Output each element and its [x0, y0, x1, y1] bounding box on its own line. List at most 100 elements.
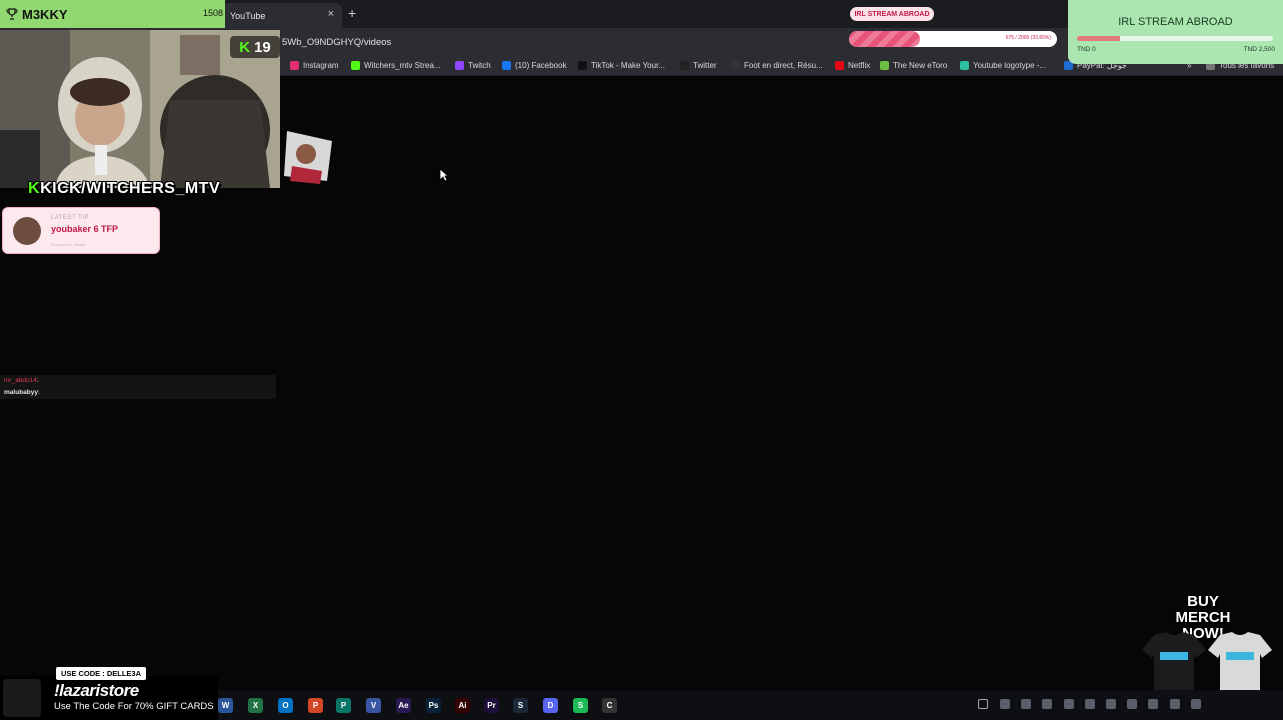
chat-message: mr_abdo14: — [0, 375, 276, 387]
channel-banner: KKICK/WITCHERS_MTV — [28, 180, 220, 198]
bookmark-vector[interactable]: Youtube logotype -... — [960, 61, 1046, 70]
chat-username: mr_abdo14 — [4, 377, 37, 384]
close-tab-icon[interactable]: × — [328, 8, 334, 20]
chat-message: malubabyy: — [0, 387, 276, 399]
photoshop-icon[interactable]: Ps — [426, 698, 441, 713]
chat-username: malubabyy — [4, 389, 38, 396]
windows-taskbar: W X O P P V Ae Ps Ai Pr S D S C — [218, 690, 1283, 720]
bookmark-facebook[interactable]: (10) Facebook — [502, 61, 567, 70]
kick-icon: K — [239, 38, 251, 56]
kick-viewer-badge: K 19 — [230, 36, 280, 58]
tip-label: LATEST TIP — [51, 215, 90, 221]
alert-title: M3KKY — [22, 6, 68, 22]
goal-progress-fill — [849, 31, 920, 47]
word-icon[interactable]: W — [218, 698, 233, 713]
bookmark-etoro[interactable]: The New eToro — [880, 61, 947, 70]
tip-powered-by: Powered by Tebble — [51, 242, 85, 247]
facebook-icon — [502, 61, 511, 70]
bookmark-label: Youtube logotype -... — [973, 61, 1047, 70]
new-tab-icon[interactable]: + — [348, 5, 356, 21]
tab-youtube[interactable]: YouTube × — [222, 3, 342, 28]
bookmark-x[interactable]: Twitter — [680, 61, 717, 70]
goal-progress-text: 675 / 2000 (33.65%) — [1005, 35, 1051, 41]
bookmark-tiktok[interactable]: TikTok - Make Your... — [578, 61, 665, 70]
bluetooth-icon[interactable] — [1148, 699, 1158, 709]
bookmark-label: Twitch — [468, 61, 491, 70]
bookmark-label: (10) Facebook — [515, 61, 567, 70]
chat-text: : — [37, 389, 40, 396]
excel-icon[interactable]: X — [248, 698, 263, 713]
bookmark-label: Witchers_mtv Strea... — [364, 61, 441, 70]
sticker-image — [284, 131, 332, 184]
goal-card-title: IRL STREAM ABROAD — [1118, 16, 1233, 28]
spotify-icon[interactable]: S — [573, 698, 588, 713]
alert-count: 1508 — [202, 8, 223, 18]
tray-app-icon[interactable] — [1042, 699, 1052, 709]
chat-overlay: mr_abdo14: malubabyy: — [0, 375, 276, 399]
tray-app-icon[interactable] — [1106, 699, 1116, 709]
stream-screen: YouTube × + 5Wb_O9NDGHYQ/videos Instagra… — [0, 0, 1283, 720]
merch-line-1: BUY MERCH — [1175, 593, 1231, 626]
twitch-icon — [455, 61, 464, 70]
goal-card-fill — [1077, 36, 1121, 41]
tray-app-icon[interactable] — [1170, 699, 1180, 709]
bookmark-kick[interactable]: Witchers_mtv Strea... — [351, 61, 440, 70]
tip-value: youbaker 6 TFP — [51, 224, 119, 234]
bookmark-foot[interactable]: Foot en direct, Résu... — [731, 61, 823, 70]
visio-icon[interactable]: V — [366, 698, 381, 713]
goal-pill: IRL STREAM ABROAD — [850, 7, 934, 21]
x-icon — [680, 61, 689, 70]
mouse-cursor-icon — [439, 168, 449, 182]
publisher-icon[interactable]: P — [336, 698, 351, 713]
goal-card-track — [1077, 36, 1273, 41]
outlook-icon[interactable]: O — [278, 698, 293, 713]
bookmark-label: Netflix — [848, 61, 871, 70]
discord-icon[interactable]: D — [543, 698, 558, 713]
steam-icon[interactable]: S — [513, 698, 528, 713]
follower-alert: M3KKY 1508 — [0, 0, 225, 28]
kick-logo-icon: K — [28, 180, 41, 197]
instagram-icon — [290, 61, 299, 70]
bookmark-label: TikTok - Make Your... — [591, 61, 665, 70]
chat-text: : — [36, 377, 39, 384]
bookmark-netflix[interactable]: Netflix — [835, 61, 870, 70]
tab-title: YouTube — [230, 10, 266, 21]
tray-app-icon[interactable] — [1000, 699, 1010, 709]
illustrator-icon[interactable]: Ai — [455, 698, 470, 713]
bookmark-instagram[interactable]: Instagram — [290, 61, 339, 70]
goal-card-low: TND 0 — [1077, 46, 1096, 53]
goal-card-high: TND 2,500 — [1243, 46, 1275, 53]
trophy-icon — [6, 8, 18, 20]
promo-code: USE CODE : DELLE3A — [56, 667, 147, 680]
sponsor-name: !lazaristore — [54, 681, 139, 700]
volume-icon[interactable] — [1191, 699, 1201, 709]
netflix-icon — [835, 61, 844, 70]
tray-app-icon[interactable] — [1127, 699, 1137, 709]
etoro-icon — [880, 61, 889, 70]
foot-icon — [731, 61, 740, 70]
bookmark-label: The New eToro — [893, 61, 948, 70]
powerpoint-icon[interactable]: P — [308, 698, 323, 713]
bookmark-label: Instagram — [303, 61, 339, 70]
latest-tip-widget: LATEST TIP youbaker 6 TFP Powered by Teb… — [2, 207, 160, 254]
kick-icon — [351, 61, 360, 70]
sponsor-logo — [3, 679, 41, 717]
bookmark-label: Foot en direct, Résu... — [744, 61, 823, 70]
goal-progress-bar: 675 / 2000 (33.65%) — [849, 31, 1057, 47]
bookmark-label: Twitter — [693, 61, 717, 70]
premiere-icon[interactable]: Pr — [484, 698, 499, 713]
aftereffects-icon[interactable]: Ae — [396, 698, 411, 713]
chevron-up-icon[interactable] — [978, 699, 988, 709]
vector-icon — [960, 61, 969, 70]
channel-name: KICK/WITCHERS_MTV — [40, 180, 221, 197]
tray-app-icon[interactable] — [1085, 699, 1095, 709]
bookmark-twitch[interactable]: Twitch — [455, 61, 491, 70]
sponsor-promo: USE CODE : DELLE3A !lazaristore Use The … — [0, 667, 218, 720]
tray-app-icon[interactable] — [1064, 699, 1074, 709]
chrome-icon[interactable]: C — [602, 698, 617, 713]
tipper-avatar — [13, 217, 41, 245]
tray-app-icon[interactable] — [1021, 699, 1031, 709]
tiktok-icon — [578, 61, 587, 70]
url-text[interactable]: 5Wb_O9NDGHYQ/videos — [282, 37, 391, 48]
donation-goal-card: IRL STREAM ABROAD TND 0 TND 2,500 — [1068, 0, 1283, 64]
